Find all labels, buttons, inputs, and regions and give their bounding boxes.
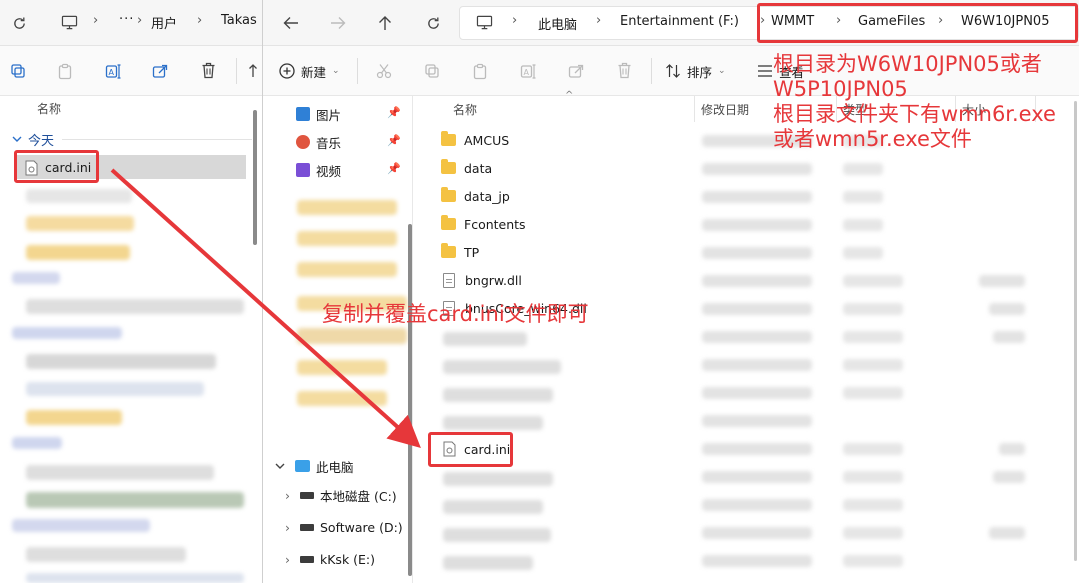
annotation-arrow bbox=[110, 168, 421, 449]
